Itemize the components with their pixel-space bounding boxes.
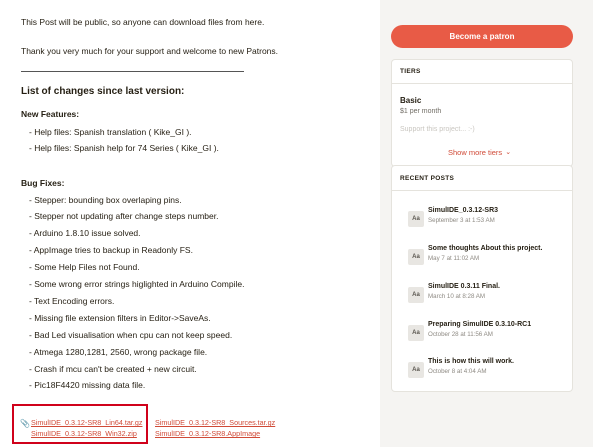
bugfix-item: - Some Help Files not Found. <box>29 262 140 272</box>
changes-heading: List of changes since last version: <box>21 86 185 97</box>
bugfix-item: - AppImage tries to backup in Readonly F… <box>29 245 193 255</box>
recent-post-item[interactable]: Aa This is how this will work. October 8… <box>392 358 572 388</box>
bugfix-heading: Bug Fixes: <box>21 178 65 188</box>
feature-item: - Help files: Spanish translation ( Kike… <box>29 127 192 137</box>
recent-post-date: May 7 at 11:02 AM <box>428 255 480 262</box>
attachment-link-appimage[interactable]: SimulIDE_0.3.12-SR8.AppImage <box>155 429 260 438</box>
tiers-card: TIERS Basic $1 per month Support this pr… <box>391 59 573 167</box>
bugfix-item: - Missing file extension filters in Edit… <box>29 313 211 323</box>
highlight-box <box>12 404 148 444</box>
bugfix-item: - Bad Led visualisation when cpu can not… <box>29 330 233 340</box>
intro-text-1: This Post will be public, so anyone can … <box>21 17 265 27</box>
post-type-icon: Aa <box>408 362 424 378</box>
recent-post-item[interactable]: Aa SimulIDE 0.3.11 Final. March 10 at 8:… <box>392 283 572 313</box>
show-more-tiers-link[interactable]: Show more tiers ⌄ <box>448 148 511 157</box>
tiers-title: TIERS <box>400 68 421 75</box>
tier-description: Support this project... :-) <box>400 126 475 133</box>
divider-line <box>21 71 244 72</box>
recent-post-item[interactable]: Aa SimulIDE_0.3.12-SR3 September 3 at 1:… <box>392 207 572 237</box>
bugfix-item: - Text Encoding errors. <box>29 296 115 306</box>
recent-post-title: SimulIDE_0.3.12-SR3 <box>428 207 499 214</box>
post-type-icon: Aa <box>408 249 424 265</box>
recent-post-title: Some thoughts About this project. <box>428 245 543 252</box>
recent-posts-title: RECENT POSTS <box>400 175 455 182</box>
bugfix-item: - Crash if mcu can't be created + new ci… <box>29 364 197 374</box>
recent-post-date: October 8 at 4:04 AM <box>428 368 487 375</box>
recent-post-title: SimulIDE 0.3.11 Final. <box>428 283 500 290</box>
features-heading: New Features: <box>21 109 80 119</box>
bugfix-item: - Pic18F4420 missing data file. <box>29 380 146 390</box>
recent-post-date: October 28 at 11:56 AM <box>428 331 493 338</box>
post-type-icon: Aa <box>408 211 424 227</box>
become-patron-button[interactable]: Become a patron <box>391 25 573 48</box>
post-type-icon: Aa <box>408 325 424 341</box>
attachment-link-sources[interactable]: SimulIDE_0.3.12-SR8_Sources.tar.gz <box>155 418 275 427</box>
recent-post-item[interactable]: Aa Some thoughts About this project. May… <box>392 245 572 275</box>
chevron-down-icon: ⌄ <box>505 149 512 156</box>
recent-post-item[interactable]: Aa Preparing SimulIDE 0.3.10-RC1 October… <box>392 321 572 351</box>
tiers-divider <box>392 83 572 84</box>
recent-post-date: September 3 at 1:53 AM <box>428 217 495 224</box>
tier-price: $1 per month <box>400 108 442 115</box>
tier-name[interactable]: Basic <box>400 96 421 105</box>
bugfix-item: - Some wrong error strings higlighted in… <box>29 279 245 289</box>
recent-divider <box>392 190 572 191</box>
recent-post-title: Preparing SimulIDE 0.3.10-RC1 <box>428 321 532 328</box>
feature-item: - Help files: Spanish help for 74 Series… <box>29 143 219 153</box>
bugfix-item: - Stepper not updating after change step… <box>29 211 219 221</box>
show-more-label: Show more tiers <box>448 148 503 157</box>
post-type-icon: Aa <box>408 287 424 303</box>
bugfix-item: - Atmega 1280,1281, 2560, wrong package … <box>29 347 208 357</box>
intro-text-2: Thank you very much for your support and… <box>21 46 279 56</box>
recent-post-date: March 10 at 8:28 AM <box>428 293 486 300</box>
post-content: This Post will be public, so anyone can … <box>0 0 380 447</box>
bugfix-item: - Arduino 1.8.10 issue solved. <box>29 228 141 238</box>
recent-posts-card: RECENT POSTS Aa SimulIDE_0.3.12-SR3 Sept… <box>391 165 573 392</box>
bugfix-item: - Stepper: bounding box overlaping pins. <box>29 195 182 205</box>
recent-post-title: This is how this will work. <box>428 358 514 365</box>
